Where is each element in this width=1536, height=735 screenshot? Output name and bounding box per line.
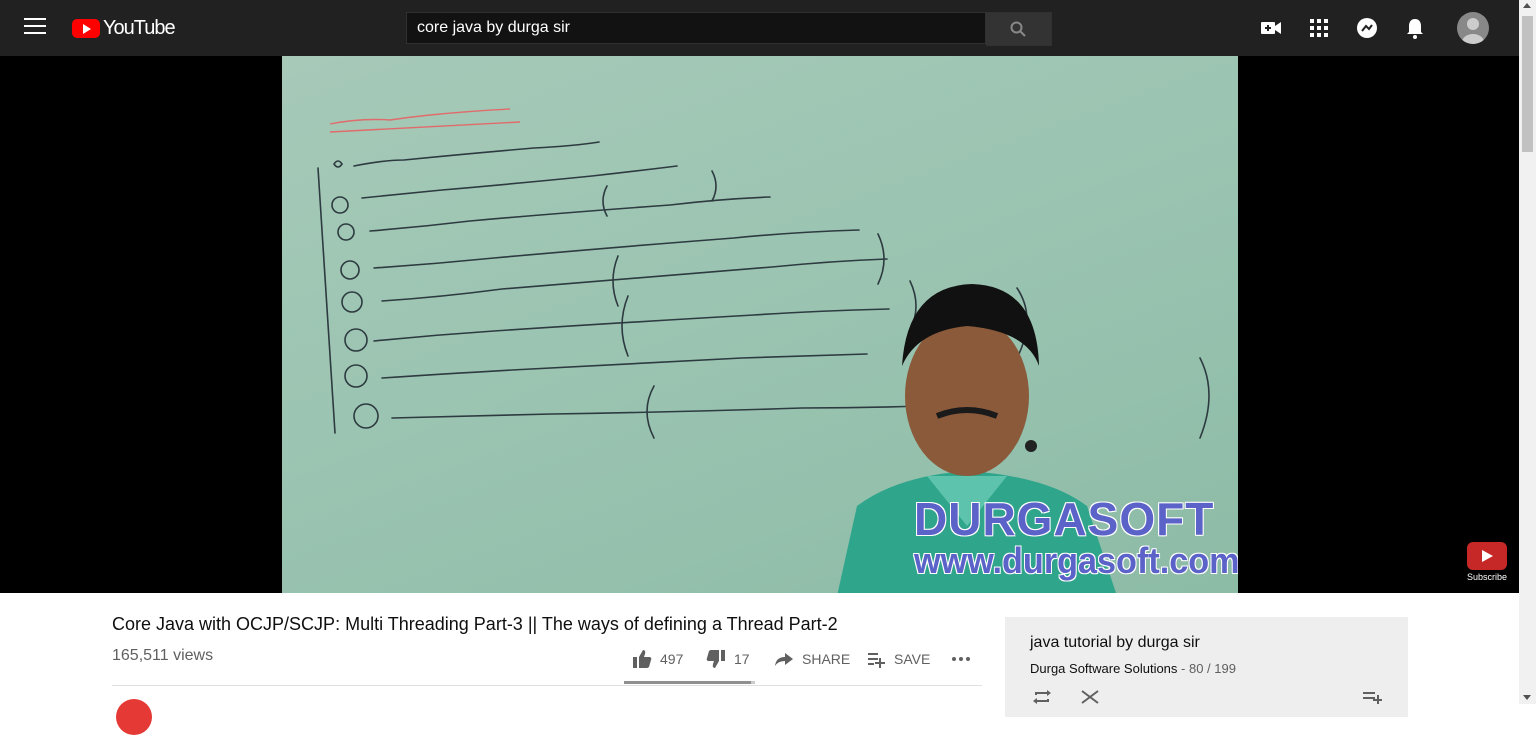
channel-avatar[interactable] [116,699,152,735]
apps-grid-icon[interactable] [1307,16,1331,40]
playlist-owner[interactable]: Durga Software Solutions [1030,661,1177,676]
shuffle-icon[interactable] [1080,689,1100,705]
subscribe-button[interactable]: Subscribe [1466,542,1508,582]
save-button[interactable]: SAVE [866,647,930,671]
subscribe-label: Subscribe [1466,572,1508,582]
share-arrow-icon [775,653,793,666]
watermark-brand: DURGASOFT [914,493,1215,545]
page-scrollbar[interactable] [1519,0,1536,704]
youtube-play-icon [72,18,100,38]
save-label: SAVE [894,651,931,667]
video-player[interactable]: DURGASOFT www.durgasoft.com Subscribe [0,56,1519,593]
video-frame[interactable]: DURGASOFT www.durgasoft.com [282,56,1238,593]
share-label: SHARE [802,651,851,667]
hamburger-menu-icon[interactable] [24,18,46,36]
playlist-position: 80 / 199 [1188,661,1236,676]
playlist-panel: java tutorial by durga sir Durga Softwar… [1005,617,1408,717]
more-horizontal-icon [952,657,970,661]
like-count: 497 [660,651,684,667]
subscribe-play-icon [1467,542,1507,570]
sentiment-bar [624,681,755,684]
more-actions-button[interactable] [951,647,979,671]
youtube-logo[interactable]: YouTube [72,16,176,39]
like-button[interactable]: 497 [632,647,683,671]
video-camera-icon[interactable] [1259,16,1283,40]
dislike-button[interactable]: 17 [706,647,750,671]
search-input[interactable] [406,12,986,44]
top-bar: YouTube [0,0,1519,56]
sentiment-bar-fill [624,681,751,684]
search-button[interactable] [986,12,1052,46]
share-button[interactable]: SHARE [774,647,850,671]
thumbs-up-icon [633,650,652,668]
view-count: 165,511 views [112,647,214,664]
logo-text: YouTube [103,16,176,39]
notifications-bell-icon[interactable] [1403,16,1427,40]
info-divider [112,685,982,686]
thumbs-down-icon [706,650,725,668]
scroll-up-arrow-icon[interactable] [1523,3,1531,8]
loop-icon[interactable] [1032,689,1052,705]
playlist-meta: Durga Software Solutions - 80 / 199 [1030,661,1236,676]
search-bar [406,12,1052,46]
messages-icon[interactable] [1355,16,1379,40]
playlist-add-icon [868,653,885,668]
video-title: Core Java with OCJP/SCJP: Multi Threadin… [112,614,838,634]
watermark-url: www.durgasoft.com [914,540,1238,581]
scroll-thumb[interactable] [1522,16,1533,152]
account-avatar[interactable] [1457,12,1489,44]
playlist-separator: - [1177,661,1189,676]
playlist-menu-icon[interactable] [1362,689,1382,705]
dislike-count: 17 [734,651,750,667]
scroll-down-arrow-icon[interactable] [1523,695,1531,700]
search-icon [1010,21,1026,37]
user-icon [1462,18,1484,44]
playlist-title[interactable]: java tutorial by durga sir [1030,634,1200,652]
